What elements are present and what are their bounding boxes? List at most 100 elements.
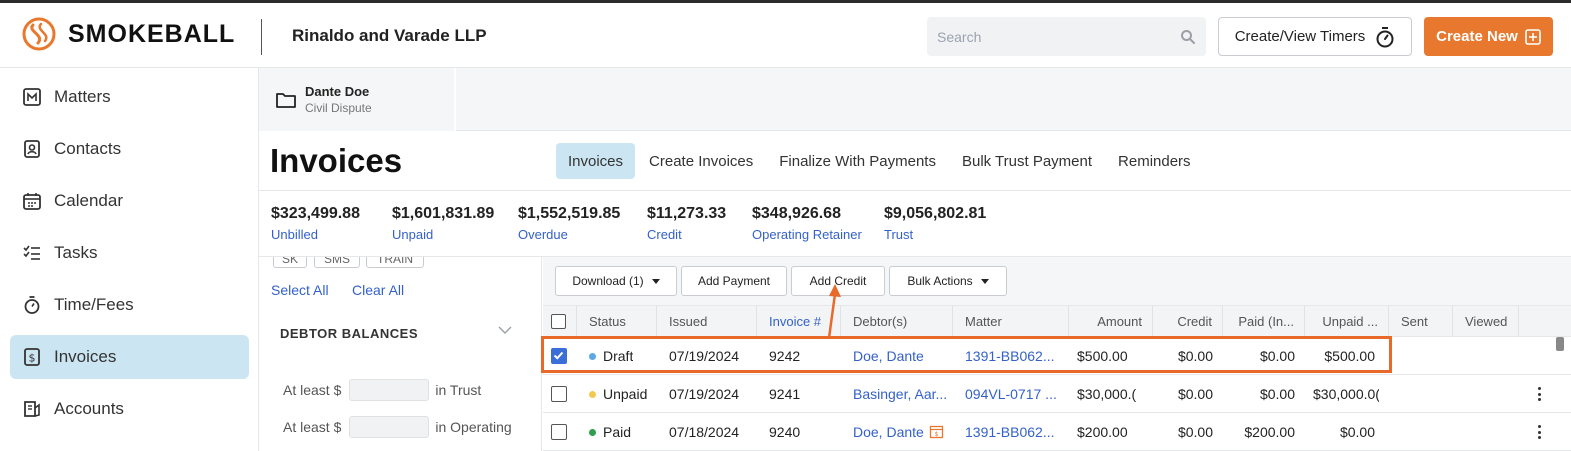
search-box[interactable]	[927, 17, 1206, 56]
calendar-icon	[22, 191, 42, 211]
sidebar-item-time-fees[interactable]: Time/Fees	[10, 283, 249, 327]
tab-reminders[interactable]: Reminders	[1106, 143, 1203, 179]
divider	[259, 190, 1571, 191]
total-overdue[interactable]: $1,552,519.85 Overdue	[518, 205, 620, 242]
total-value: $11,273.33	[647, 205, 727, 222]
sidebar-item-label: Calendar	[54, 191, 123, 210]
row-menu-icon[interactable]	[1537, 387, 1541, 401]
select-all-column[interactable]	[543, 306, 577, 337]
total-label[interactable]: Unbilled	[271, 227, 360, 242]
total-label[interactable]: Overdue	[518, 227, 620, 242]
column-amount[interactable]: Amount	[1069, 306, 1153, 337]
clear-all-link[interactable]: Clear All	[352, 282, 404, 298]
total-credit[interactable]: $11,273.33 Credit	[647, 205, 726, 242]
total-label[interactable]: Unpaid	[392, 227, 494, 242]
total-unbilled[interactable]: $323,499.88 Unbilled	[271, 205, 360, 242]
search-input[interactable]	[937, 28, 1180, 45]
plus-box-icon	[1525, 28, 1541, 45]
column-sent[interactable]: Sent	[1389, 306, 1453, 337]
row-menu-icon[interactable]	[1537, 425, 1541, 439]
header-divider	[261, 19, 262, 55]
search-icon[interactable]	[1180, 29, 1196, 45]
unpaid-cell: $0.00	[1339, 424, 1375, 440]
column-credit[interactable]: Credit	[1153, 306, 1223, 337]
tab-bulk-trust-payment[interactable]: Bulk Trust Payment	[950, 143, 1104, 179]
column-unpaid[interactable]: Unpaid ...	[1305, 306, 1389, 337]
column-debtors[interactable]: Debtor(s)	[841, 306, 953, 337]
bulk-actions-label: Bulk Actions	[907, 274, 973, 288]
scrollbar-thumb[interactable]	[1556, 337, 1564, 351]
sidebar: Matters Contacts Calendar Tasks Time/Fee…	[0, 68, 259, 451]
tab-invoices[interactable]: Invoices	[556, 143, 636, 179]
paid-cell: $0.00	[1259, 386, 1295, 402]
select-all-link[interactable]: Select All	[271, 282, 329, 298]
column-paid[interactable]: Paid (In...	[1223, 306, 1305, 337]
row-checkbox[interactable]	[551, 348, 567, 364]
annotation-arrow-icon	[827, 284, 841, 339]
column-viewed[interactable]: Viewed	[1453, 306, 1519, 337]
sidebar-item-contacts[interactable]: Contacts	[10, 127, 249, 171]
create-view-timers-button[interactable]: Create/View Timers	[1218, 17, 1412, 56]
stopwatch-icon	[1376, 26, 1394, 47]
matter-tab[interactable]: Dante Doe Civil Dispute	[259, 68, 456, 131]
chevron-down-icon[interactable]	[497, 323, 513, 337]
svg-text:$: $	[29, 352, 36, 365]
total-label[interactable]: Operating Retainer	[752, 227, 862, 242]
matter-link[interactable]: 094VL-0717 ...	[965, 375, 1067, 413]
contacts-icon	[22, 139, 42, 159]
filter-chip[interactable]: SK	[273, 257, 307, 268]
table-row[interactable]: Paid 07/18/2024 9240 Doe, Dante $ 1391-B…	[543, 413, 1571, 451]
timers-label: Create/View Timers	[1234, 28, 1366, 45]
column-status[interactable]: Status	[577, 306, 657, 337]
debtor-link[interactable]: Basinger, Aar...	[853, 375, 957, 413]
sidebar-item-invoices[interactable]: $ Invoices	[10, 335, 249, 379]
smokeball-logo-icon	[22, 17, 56, 51]
row-checkbox[interactable]	[551, 424, 567, 440]
table-row[interactable]: Unpaid 07/19/2024 9241 Basinger, Aar... …	[543, 375, 1571, 413]
invoice-number-cell[interactable]: 9240	[769, 413, 800, 451]
matter-link[interactable]: 1391-BB062...	[965, 413, 1067, 451]
logo[interactable]: SMOKEBALL	[22, 17, 235, 51]
calendar-small-icon[interactable]: $	[929, 424, 944, 439]
total-label[interactable]: Credit	[647, 227, 726, 242]
sidebar-item-calendar[interactable]: Calendar	[10, 179, 249, 223]
add-payment-button[interactable]: Add Payment	[681, 266, 787, 296]
operating-amount-input[interactable]	[349, 416, 430, 438]
tab-create-invoices[interactable]: Create Invoices	[637, 143, 765, 179]
debtor-balances-heading[interactable]: DEBTOR BALANCES	[280, 326, 418, 341]
trust-amount-input[interactable]	[349, 379, 430, 401]
sidebar-item-label: Accounts	[54, 399, 124, 418]
matter-type: Civil Dispute	[305, 101, 372, 115]
column-issued[interactable]: Issued	[657, 306, 757, 337]
sidebar-item-label: Contacts	[54, 139, 122, 158]
select-all-checkbox[interactable]	[551, 314, 566, 329]
total-value: $9,056,802.81	[884, 205, 987, 222]
tab-finalize-with-payments[interactable]: Finalize With Payments	[767, 143, 948, 179]
debtor-link[interactable]: Doe, Dante	[853, 337, 953, 375]
sidebar-item-accounts[interactable]: Accounts	[10, 387, 249, 431]
column-matter[interactable]: Matter	[953, 306, 1069, 337]
invoice-number-cell[interactable]: 9242	[769, 337, 800, 375]
bulk-actions-button[interactable]: Bulk Actions	[889, 266, 1007, 296]
debtor-link[interactable]: Doe, Dante	[853, 413, 929, 451]
total-operating-retainer[interactable]: $348,926.68 Operating Retainer	[752, 205, 862, 242]
svg-text:$: $	[935, 431, 939, 438]
total-label[interactable]: Trust	[884, 227, 986, 242]
filter-chip[interactable]: SMS	[314, 257, 360, 268]
checkmark-icon	[553, 351, 564, 360]
invoice-number-cell[interactable]: 9241	[769, 375, 800, 413]
sidebar-item-matters[interactable]: Matters	[10, 75, 249, 119]
create-new-button[interactable]: Create New	[1424, 17, 1553, 56]
paid-cell: $0.00	[1259, 348, 1295, 364]
total-unpaid[interactable]: $1,601,831.89 Unpaid	[392, 205, 494, 242]
row-checkbox[interactable]	[551, 386, 567, 402]
table-row[interactable]: Draft 07/19/2024 9242 Doe, Dante 1391-BB…	[543, 337, 1571, 375]
brand-name: SMOKEBALL	[68, 19, 236, 48]
matters-icon	[22, 87, 42, 107]
download-button[interactable]: Download (1)	[555, 266, 677, 296]
sidebar-item-label: Invoices	[54, 347, 117, 366]
sidebar-item-tasks[interactable]: Tasks	[10, 231, 249, 275]
filter-chip[interactable]: TRAIN	[366, 257, 424, 268]
matter-link[interactable]: 1391-BB062...	[965, 337, 1067, 375]
total-trust[interactable]: $9,056,802.81 Trust	[884, 205, 986, 242]
